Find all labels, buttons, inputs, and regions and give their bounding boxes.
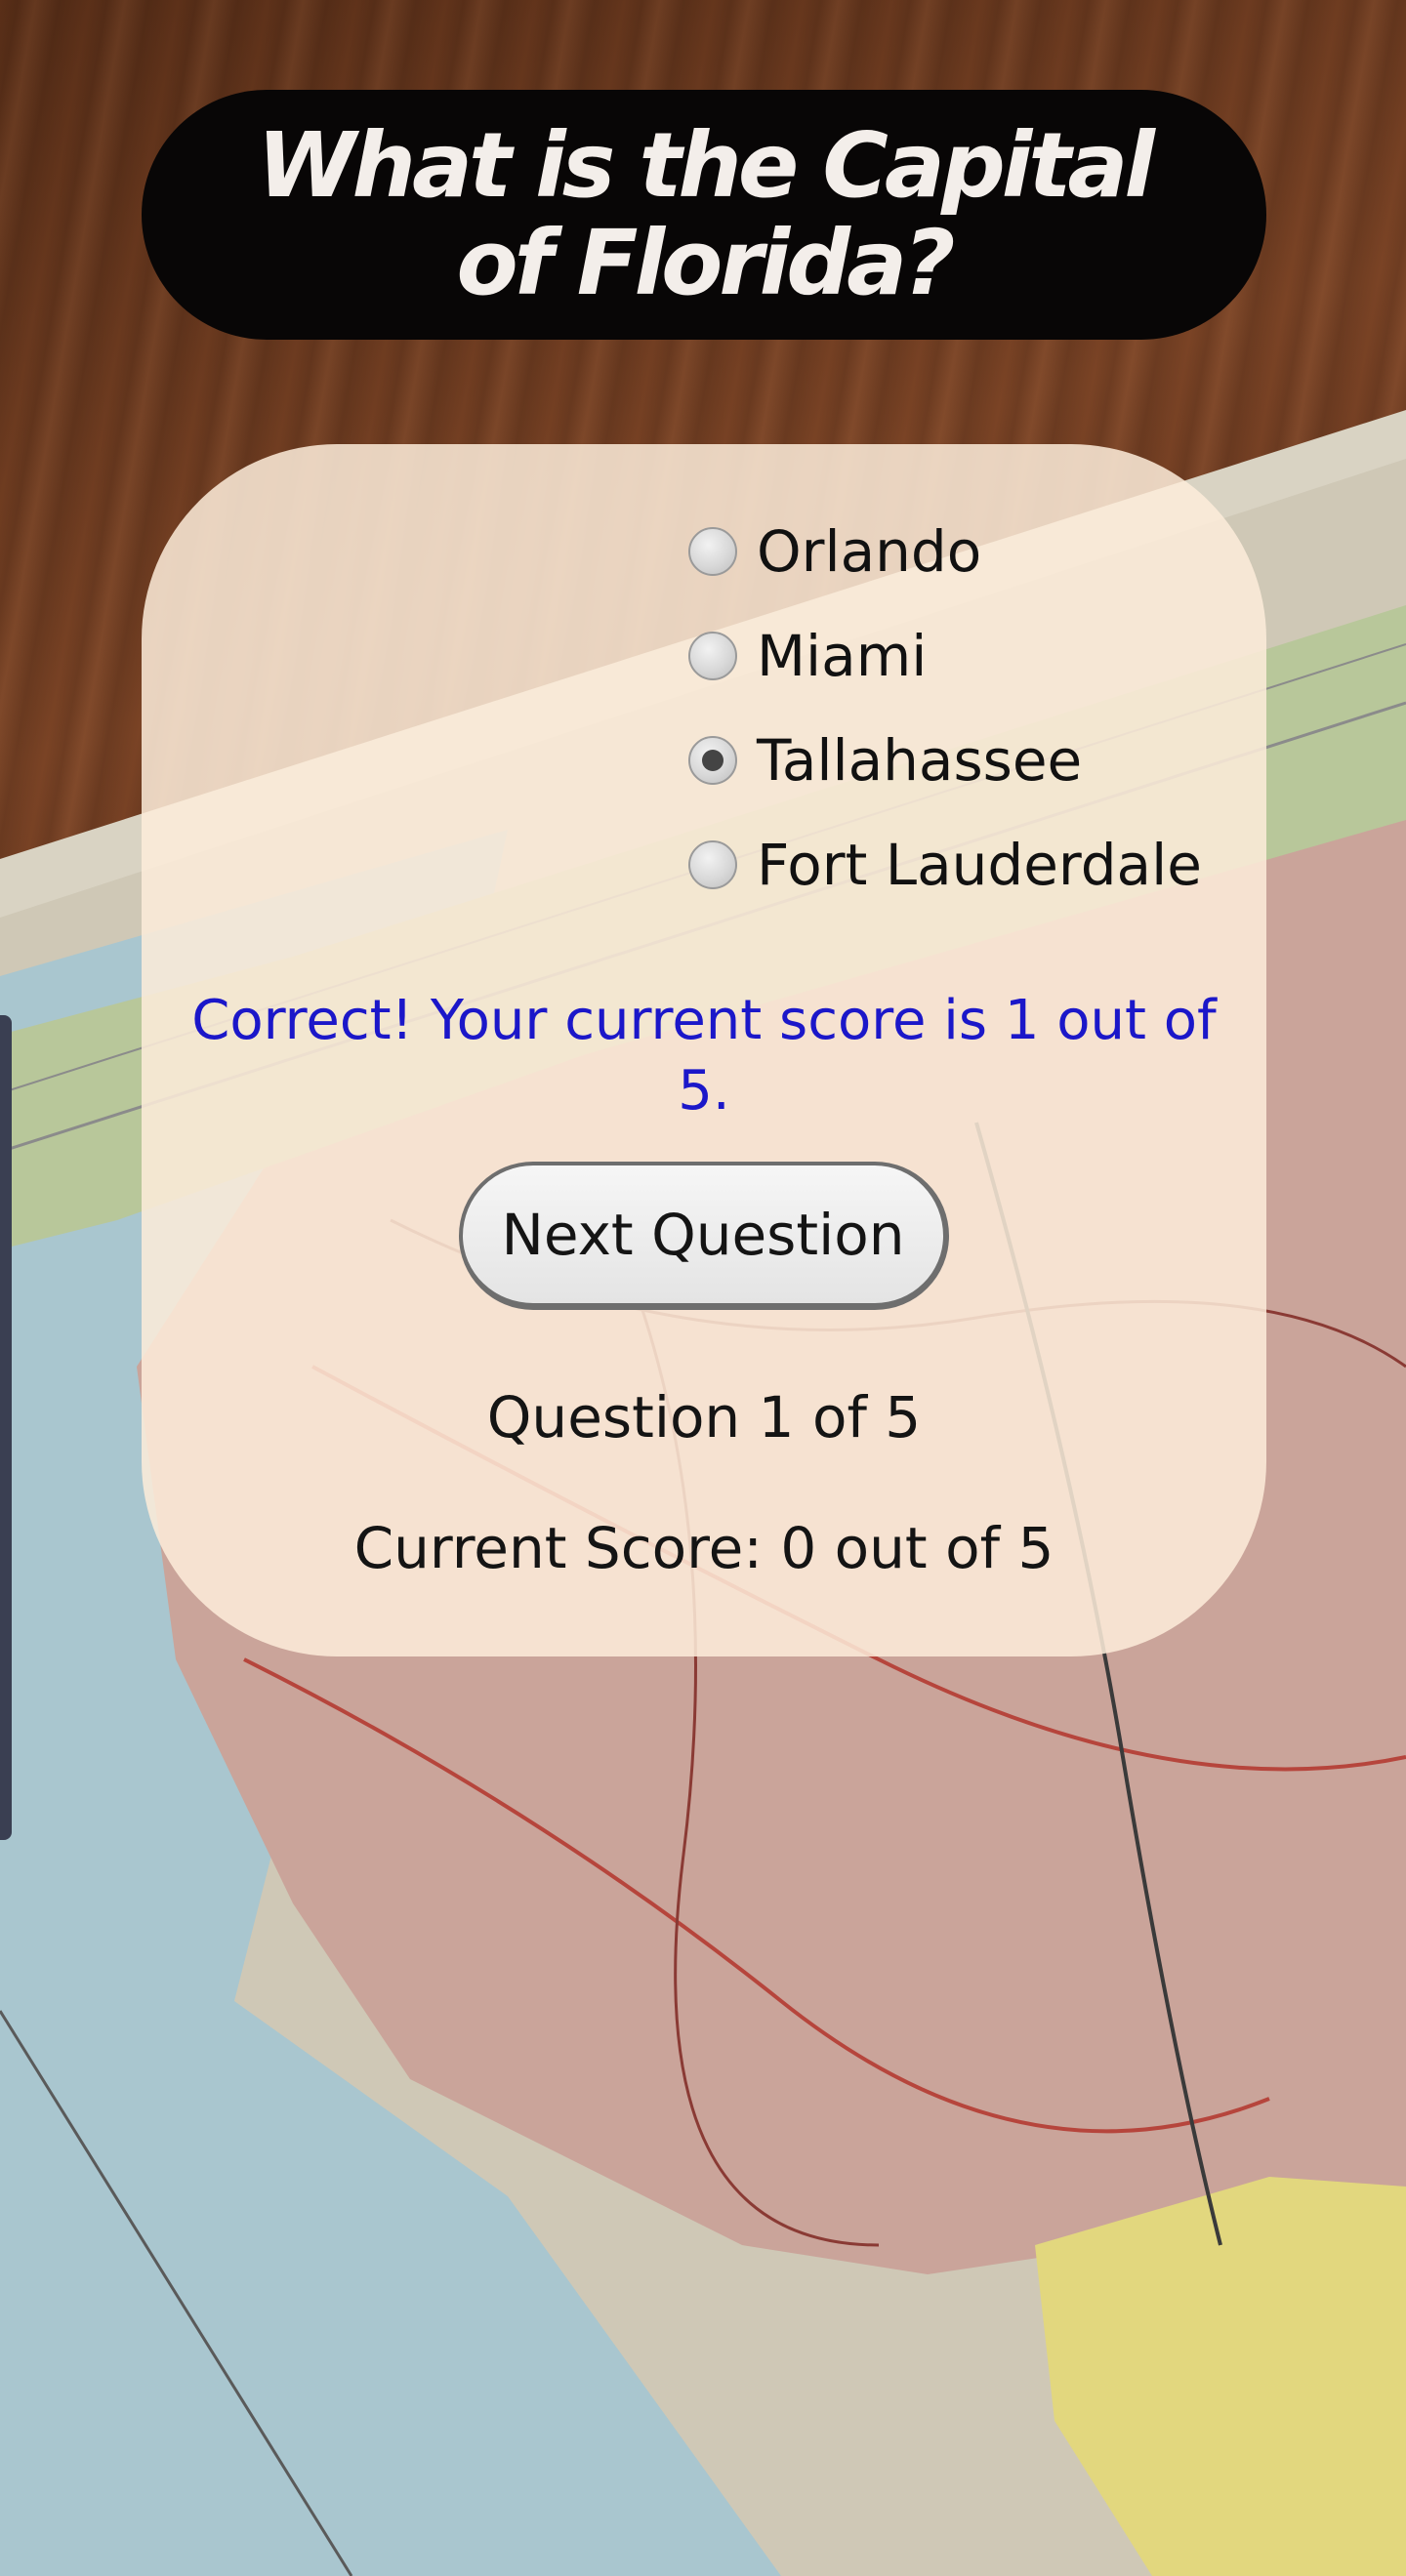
answer-option-label: Tallahassee bbox=[757, 726, 1083, 794]
answer-feedback: Correct! Your current score is 1 out of … bbox=[191, 989, 1217, 1123]
radio-button[interactable] bbox=[688, 631, 737, 680]
answer-option-label: Fort Lauderdale bbox=[757, 831, 1202, 898]
current-score: Current Score: 0 out of 5 bbox=[353, 1515, 1054, 1581]
question-counter: Question 1 of 5 bbox=[486, 1384, 922, 1451]
answer-option-miami[interactable]: Miami bbox=[688, 603, 1202, 708]
quiz-card: Orlando Miami Tallahassee Fort Lauderdal… bbox=[142, 444, 1266, 1656]
radio-button[interactable] bbox=[688, 839, 737, 889]
question-title-banner: What is the Capital of Florida? bbox=[142, 90, 1266, 340]
scroll-handle[interactable] bbox=[0, 1015, 12, 1840]
answer-option-orlando[interactable]: Orlando bbox=[688, 499, 1202, 603]
answer-option-tallahassee[interactable]: Tallahassee bbox=[688, 708, 1202, 812]
answer-option-label: Miami bbox=[757, 622, 928, 689]
radio-button-selected[interactable] bbox=[688, 735, 737, 785]
answer-option-fort-lauderdale[interactable]: Fort Lauderdale bbox=[688, 812, 1202, 917]
radio-button[interactable] bbox=[688, 526, 737, 576]
next-question-button[interactable]: Next Question bbox=[459, 1162, 949, 1310]
answer-option-label: Orlando bbox=[757, 517, 982, 585]
question-title: What is the Capital of Florida? bbox=[257, 113, 1155, 315]
answer-options: Orlando Miami Tallahassee Fort Lauderdal… bbox=[688, 499, 1202, 917]
